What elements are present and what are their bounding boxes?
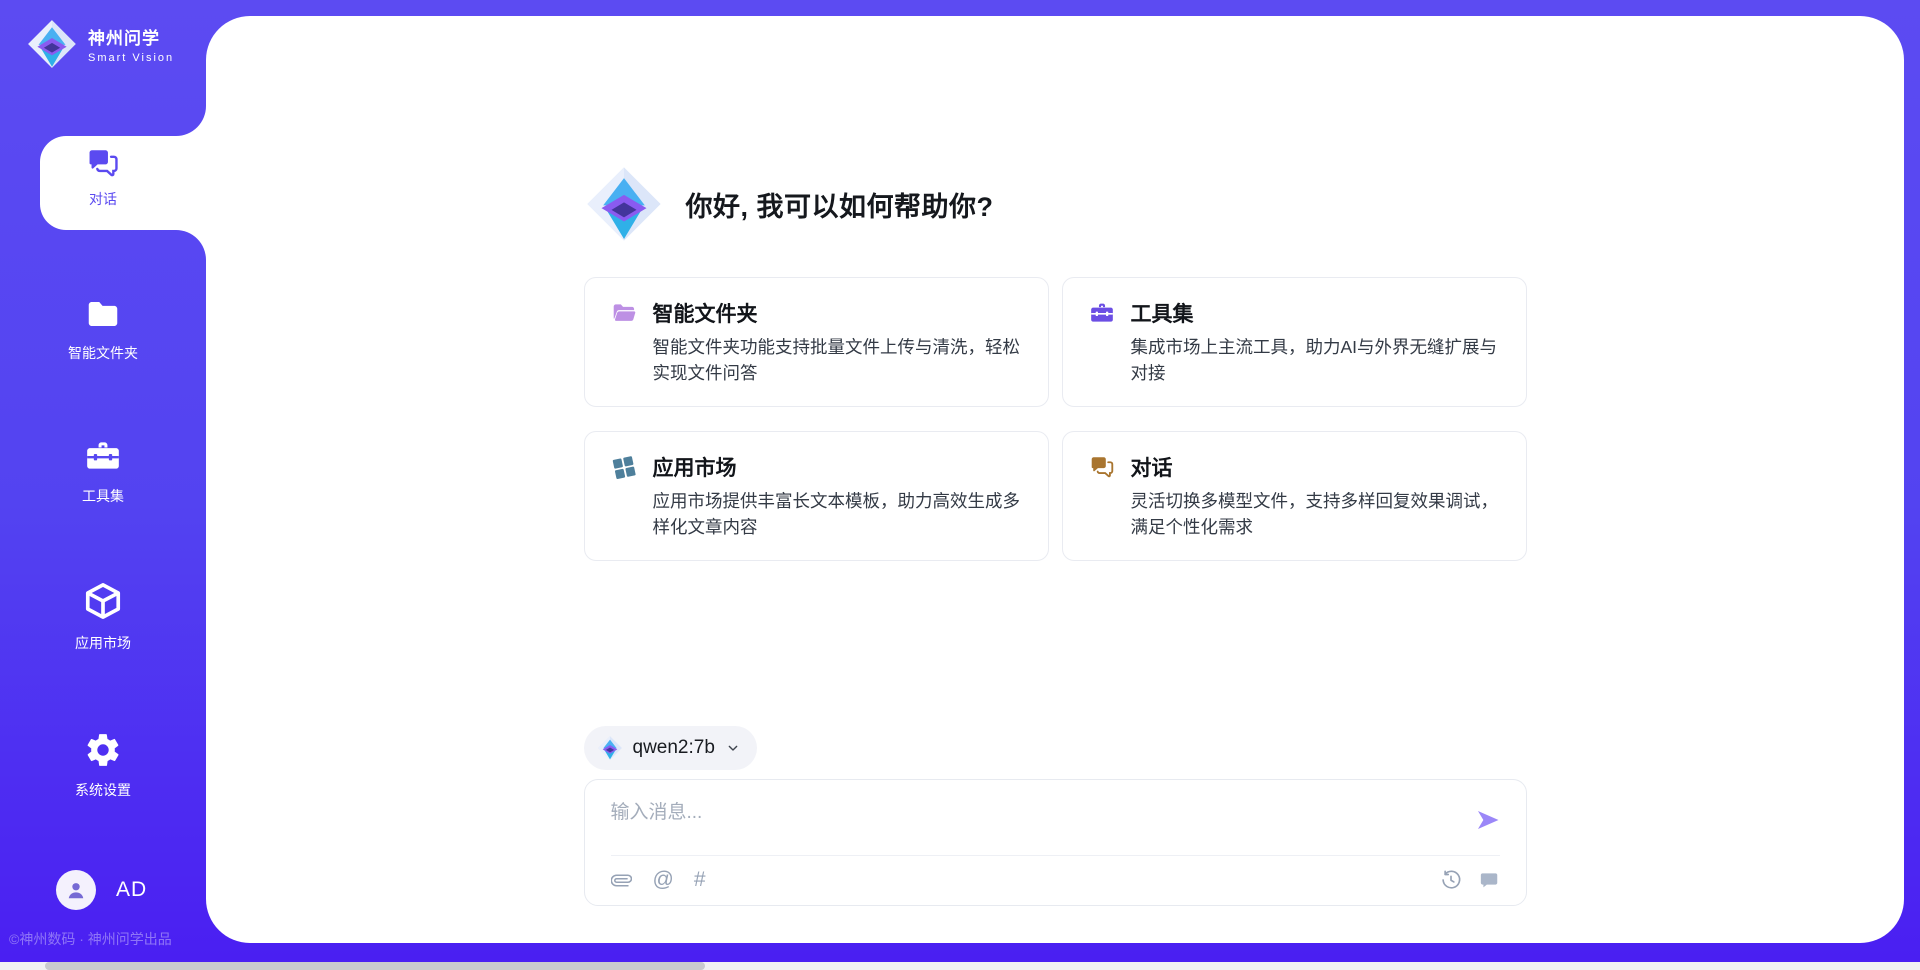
grid-pinwheel-icon	[611, 454, 637, 480]
card-title: 工具集	[1131, 298, 1194, 328]
folder-icon	[85, 296, 121, 332]
sidebar-item-label: 智能文件夹	[68, 343, 138, 363]
user-profile[interactable]: AD	[56, 870, 147, 910]
brand-diamond-icon	[584, 164, 664, 244]
send-icon[interactable]	[1474, 806, 1502, 834]
brand-subtitle: Smart Vision	[88, 52, 174, 64]
card-description: 智能文件夹功能支持批量文件上传与清洗，轻松实现文件问答	[653, 334, 1022, 386]
composer-toolbar: @ #	[611, 869, 1500, 891]
card-app-market[interactable]: 应用市场 应用市场提供丰富长文本模板，助力高效生成多样化文章内容	[584, 431, 1049, 561]
toolbox-icon	[84, 437, 122, 475]
brand-logo: 神州问学 Smart Vision	[26, 18, 174, 70]
open-folder-icon	[611, 300, 637, 326]
history-icon[interactable]	[1440, 869, 1462, 891]
sidebar-item-toolbox[interactable]: 工具集	[0, 437, 206, 506]
sidebar-item-label: 应用市场	[75, 633, 131, 653]
hashtag-icon[interactable]: #	[694, 869, 706, 891]
sidebar-item-label: 系统设置	[75, 780, 131, 800]
main-panel: 你好, 我可以如何帮助你? 智能文件夹 智能文件夹功能支持批量文件上传与清洗，轻…	[206, 16, 1904, 943]
sidebar-item-label: 工具集	[82, 486, 124, 506]
user-name: AD	[116, 878, 147, 902]
chat-bubbles-icon	[86, 146, 120, 180]
sidebar: 神州问学 Smart Vision 对话 智能文件夹 工具集 应用	[0, 0, 206, 970]
avatar	[56, 870, 96, 910]
card-smart-folder[interactable]: 智能文件夹 智能文件夹功能支持批量文件上传与清洗，轻松实现文件问答	[584, 277, 1049, 407]
scrollbar-thumb[interactable]	[45, 962, 705, 970]
chevron-down-icon	[725, 740, 741, 756]
card-description: 应用市场提供丰富长文本模板，助力高效生成多样化文章内容	[653, 488, 1022, 540]
brand-name: 神州问学	[88, 24, 174, 49]
settings-gear-icon	[84, 731, 122, 769]
message-input[interactable]	[611, 800, 1436, 846]
attachment-icon[interactable]	[611, 869, 633, 891]
mention-icon[interactable]: @	[653, 869, 674, 891]
feature-cards: 智能文件夹 智能文件夹功能支持批量文件上传与清洗，轻松实现文件问答 工具集 集成…	[584, 277, 1527, 561]
card-description: 灵活切换多模型文件，支持多样回复效果调试，满足个性化需求	[1131, 488, 1500, 540]
brand-text: 神州问学 Smart Vision	[88, 24, 174, 64]
card-toolbox[interactable]: 工具集 集成市场上主流工具，助力AI与外界无缝扩展与对接	[1062, 277, 1527, 407]
copyright: ©神州数码 · 神州问学出品	[9, 929, 172, 949]
message-composer: @ #	[584, 779, 1527, 906]
app-market-cube-icon	[82, 580, 124, 622]
sidebar-item-chat[interactable]: 对话	[44, 146, 162, 209]
composer-right-tools	[1440, 869, 1500, 891]
greeting-text: 你好, 我可以如何帮助你?	[686, 185, 994, 224]
sidebar-item-app-market[interactable]: 应用市场	[0, 580, 206, 653]
composer-area: qwen2:7b @ #	[584, 726, 1527, 943]
chat-bubbles-icon	[1089, 454, 1115, 480]
card-title: 应用市场	[653, 452, 737, 482]
model-name: qwen2:7b	[633, 737, 715, 759]
card-title: 智能文件夹	[653, 298, 758, 328]
greeting: 你好, 我可以如何帮助你?	[584, 164, 1527, 244]
sidebar-item-label: 对话	[89, 189, 117, 209]
brand-diamond-icon	[26, 18, 78, 70]
card-description: 集成市场上主流工具，助力AI与外界无缝扩展与对接	[1131, 334, 1500, 386]
model-selector[interactable]: qwen2:7b	[584, 726, 757, 770]
sidebar-item-settings[interactable]: 系统设置	[0, 731, 206, 800]
horizontal-scrollbar[interactable]	[0, 962, 1920, 970]
user-avatar-icon	[63, 877, 89, 903]
brand-diamond-icon	[597, 735, 623, 761]
card-title: 对话	[1131, 452, 1173, 482]
composer-divider	[611, 855, 1500, 856]
chat-bubble-icon[interactable]	[1478, 869, 1500, 891]
toolbox-icon	[1089, 300, 1115, 326]
card-chat[interactable]: 对话 灵活切换多模型文件，支持多样回复效果调试，满足个性化需求	[1062, 431, 1527, 561]
sidebar-item-smart-folder[interactable]: 智能文件夹	[0, 296, 206, 363]
